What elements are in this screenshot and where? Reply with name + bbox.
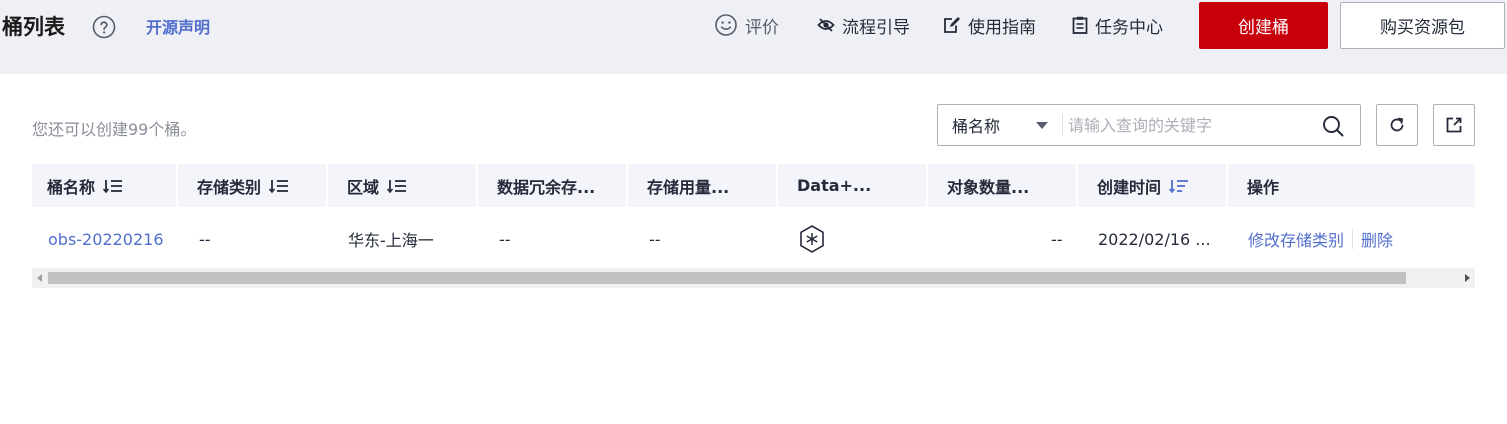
horizontal-scrollbar[interactable] [32, 268, 1475, 288]
table-header: 桶名称 存储类别 区域 数据冗余存... 存储用量... Data+... 对象… [32, 164, 1475, 207]
col-data-plus-label: Data+... [797, 176, 872, 195]
quota-text: 您还可以创建99个桶。 [32, 120, 197, 139]
sort-icon[interactable] [387, 178, 407, 194]
column-divider [626, 164, 628, 207]
bucket-table: 桶名称 存储类别 区域 数据冗余存... 存储用量... Data+... 对象… [32, 164, 1475, 271]
caret-down-icon [1036, 122, 1048, 129]
col-storage-class[interactable]: 存储类别 [182, 164, 326, 207]
delete-link[interactable]: 删除 [1361, 227, 1393, 251]
search-icon[interactable] [1322, 115, 1344, 137]
smile-icon [715, 14, 737, 36]
usage-cell: -- [649, 229, 661, 249]
rate-label: 评价 [745, 17, 779, 38]
col-created-label: 创建时间 [1097, 177, 1162, 197]
col-name-label: 桶名称 [47, 177, 96, 197]
search-input[interactable] [1068, 105, 1308, 145]
edit-doc-icon [944, 17, 960, 33]
action-divider [1352, 229, 1354, 249]
scroll-left-arrow-icon[interactable] [37, 274, 42, 282]
snowflake-hexagon-icon[interactable] [798, 224, 826, 254]
col-created[interactable]: 创建时间 [1082, 164, 1226, 207]
sort-icon[interactable] [269, 178, 289, 194]
column-divider [326, 164, 328, 207]
task-center-label: 任务中心 [1095, 17, 1163, 38]
refresh-icon [1390, 117, 1404, 132]
col-name[interactable]: 桶名称 [32, 164, 176, 207]
col-region-label: 区域 [347, 177, 380, 197]
export-button[interactable] [1433, 104, 1475, 146]
sort-icon[interactable] [103, 178, 123, 194]
region-cell: 华东-上海一 [348, 231, 434, 250]
open-source-link[interactable]: 开源声明 [146, 14, 210, 38]
page-header: 桶列表 开源声明 评价 流程引导 使用指南 任务中心 创建桶 购买资源包 [0, 0, 1507, 74]
col-object-count[interactable]: 对象数量... [932, 164, 1076, 207]
column-divider [1076, 164, 1078, 207]
create-bucket-button[interactable]: 创建桶 [1199, 2, 1328, 49]
user-guide-link[interactable]: 使用指南 [943, 13, 1036, 38]
column-divider [176, 164, 178, 207]
col-object-count-label: 对象数量... [947, 177, 1030, 197]
flow-guide-label: 流程引导 [842, 17, 910, 38]
col-actions-label: 操作 [1247, 177, 1280, 197]
col-usage-label: 存储用量... [647, 177, 730, 197]
page-title: 桶列表 [2, 15, 65, 39]
redundancy-cell: -- [499, 229, 511, 249]
column-divider [776, 164, 778, 207]
scrollbar-thumb[interactable] [48, 272, 1406, 284]
bucket-name-link[interactable]: obs-20220216 [48, 207, 164, 271]
refresh-button[interactable] [1376, 104, 1418, 146]
buy-package-button[interactable]: 购买资源包 [1340, 2, 1505, 49]
search-field-selected: 桶名称 [952, 117, 1001, 136]
col-redundancy-label: 数据冗余存... [497, 177, 596, 197]
help-icon[interactable] [92, 15, 116, 39]
eye-slash-icon [817, 18, 835, 32]
flow-guide-link[interactable]: 流程引导 [817, 13, 910, 38]
column-divider [1226, 164, 1228, 207]
data-plus-cell [798, 207, 826, 271]
task-center-link[interactable]: 任务中心 [1072, 13, 1163, 38]
column-divider [476, 164, 478, 207]
col-actions: 操作 [1232, 164, 1475, 207]
export-icon [1446, 117, 1462, 133]
object-count-cell: -- [1051, 229, 1063, 249]
created-cell: 2022/02/16 ... [1098, 229, 1211, 249]
col-data-plus[interactable]: Data+... [782, 164, 926, 207]
clipboard-icon [1072, 16, 1088, 34]
search-box: 桶名称 [937, 104, 1361, 146]
storage-class-cell: -- [199, 229, 211, 249]
column-divider [926, 164, 928, 207]
bucket-list-card: 您还可以创建99个桶。 桶名称 桶名称 [0, 74, 1507, 424]
col-usage[interactable]: 存储用量... [632, 164, 776, 207]
col-region[interactable]: 区域 [332, 164, 476, 207]
col-redundancy[interactable]: 数据冗余存... [482, 164, 626, 207]
search-divider [1062, 114, 1063, 136]
table-row: obs-20220216 -- 华东-上海一 -- -- -- 2022/02/… [32, 207, 1475, 271]
scroll-right-arrow-icon[interactable] [1465, 274, 1470, 282]
actions-cell: 修改存储类别 删除 [1248, 207, 1393, 271]
user-guide-label: 使用指南 [968, 17, 1036, 38]
modify-storage-class-link[interactable]: 修改存储类别 [1248, 227, 1344, 251]
col-storage-class-label: 存储类别 [197, 177, 262, 197]
rate-link[interactable]: 评价 [714, 13, 779, 38]
sort-active-icon[interactable] [1169, 178, 1189, 194]
